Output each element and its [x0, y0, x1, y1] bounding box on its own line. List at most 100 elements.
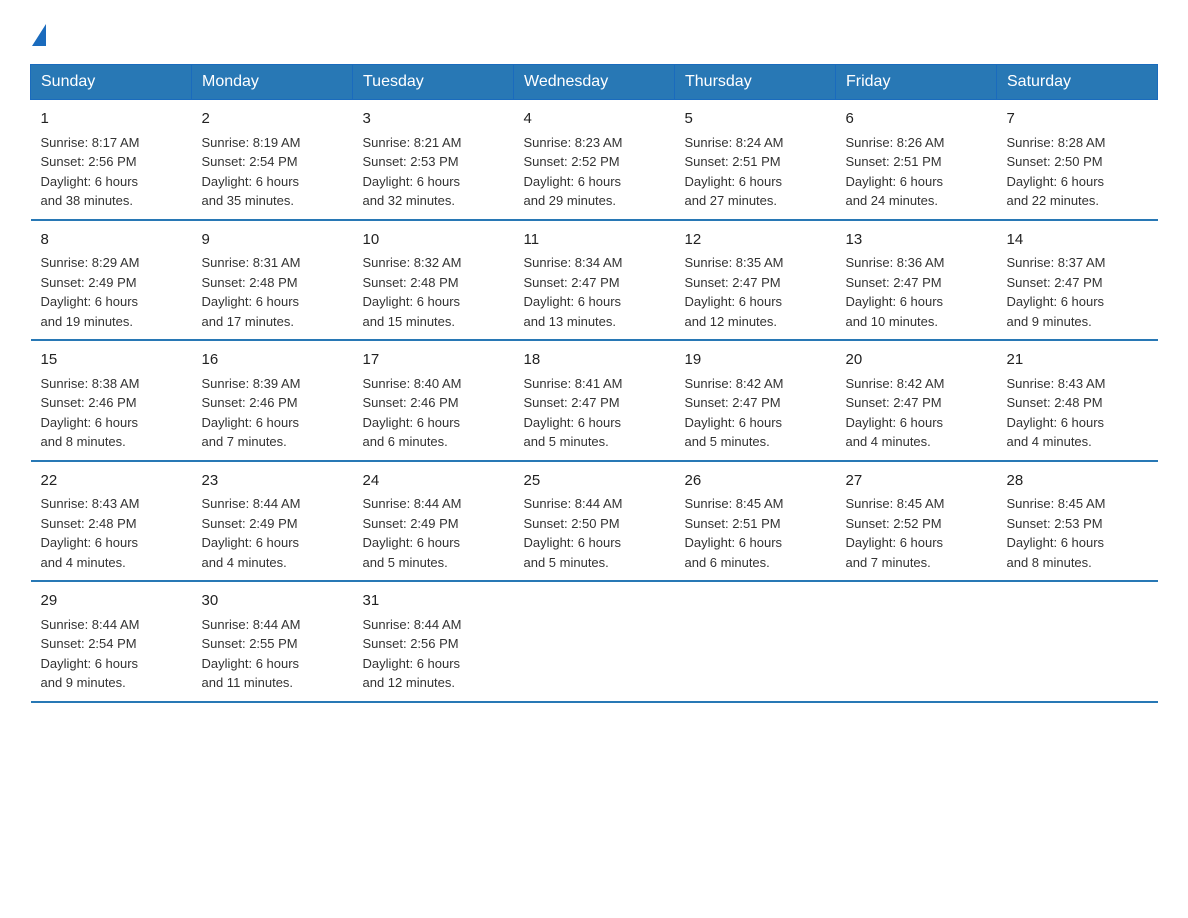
day-number: 24 — [363, 470, 504, 493]
day-number: 21 — [1007, 349, 1148, 372]
weekday-header-thursday: Thursday — [675, 65, 836, 100]
day-number: 20 — [846, 349, 987, 372]
calendar-week-row: 29 Sunrise: 8:44 AM Sunset: 2:54 PM Dayli… — [31, 581, 1158, 702]
calendar-day-cell: 2Sunrise: 8:19 AM Sunset: 2:54 PM Daylig… — [192, 100, 353, 220]
calendar-day-cell: 24 Sunrise: 8:44 AM Sunset: 2:49 PM Dayli… — [353, 461, 514, 582]
day-number: 4 — [524, 108, 665, 131]
calendar-week-row: 22 Sunrise: 8:43 AM Sunset: 2:48 PM Dayli… — [31, 461, 1158, 582]
calendar-day-cell: 26 Sunrise: 8:45 AM Sunset: 2:51 PM Dayli… — [675, 461, 836, 582]
logo-triangle-icon — [32, 24, 46, 46]
calendar-day-cell: 29 Sunrise: 8:44 AM Sunset: 2:54 PM Dayli… — [31, 581, 192, 702]
day-sun-info: Sunrise: 8:21 AM Sunset: 2:53 PM Dayligh… — [363, 135, 462, 209]
day-number: 10 — [363, 229, 504, 252]
calendar-day-cell: 6 Sunrise: 8:26 AM Sunset: 2:51 PM Daylig… — [836, 100, 997, 220]
calendar-day-cell: 16Sunrise: 8:39 AM Sunset: 2:46 PM Dayli… — [192, 340, 353, 461]
calendar-day-cell: 19Sunrise: 8:42 AM Sunset: 2:47 PM Dayli… — [675, 340, 836, 461]
calendar-day-cell — [514, 581, 675, 702]
calendar-day-cell: 9 Sunrise: 8:31 AM Sunset: 2:48 PM Daylig… — [192, 220, 353, 341]
calendar-day-cell: 3 Sunrise: 8:21 AM Sunset: 2:53 PM Daylig… — [353, 100, 514, 220]
day-sun-info: Sunrise: 8:45 AM Sunset: 2:53 PM Dayligh… — [1007, 496, 1106, 570]
day-sun-info: Sunrise: 8:28 AM Sunset: 2:50 PM Dayligh… — [1007, 135, 1106, 209]
day-number: 18 — [524, 349, 665, 372]
calendar-week-row: 8Sunrise: 8:29 AM Sunset: 2:49 PM Daylig… — [31, 220, 1158, 341]
calendar-day-cell: 25 Sunrise: 8:44 AM Sunset: 2:50 PM Dayli… — [514, 461, 675, 582]
weekday-header-friday: Friday — [836, 65, 997, 100]
calendar-day-cell: 28 Sunrise: 8:45 AM Sunset: 2:53 PM Dayli… — [997, 461, 1158, 582]
calendar-day-cell: 23 Sunrise: 8:44 AM Sunset: 2:49 PM Dayli… — [192, 461, 353, 582]
calendar-day-cell: 8Sunrise: 8:29 AM Sunset: 2:49 PM Daylig… — [31, 220, 192, 341]
day-number: 6 — [846, 108, 987, 131]
day-sun-info: Sunrise: 8:43 AM Sunset: 2:48 PM Dayligh… — [41, 496, 140, 570]
day-sun-info: Sunrise: 8:39 AM Sunset: 2:46 PM Dayligh… — [202, 376, 301, 450]
day-sun-info: Sunrise: 8:34 AM Sunset: 2:47 PM Dayligh… — [524, 255, 623, 329]
day-number: 14 — [1007, 229, 1148, 252]
calendar-day-cell: 30 Sunrise: 8:44 AM Sunset: 2:55 PM Dayli… — [192, 581, 353, 702]
day-number: 17 — [363, 349, 504, 372]
day-number: 5 — [685, 108, 826, 131]
calendar-day-cell: 12 Sunrise: 8:35 AM Sunset: 2:47 PM Dayli… — [675, 220, 836, 341]
calendar-day-cell: 4 Sunrise: 8:23 AM Sunset: 2:52 PM Daylig… — [514, 100, 675, 220]
calendar-day-cell: 17 Sunrise: 8:40 AM Sunset: 2:46 PM Dayli… — [353, 340, 514, 461]
day-sun-info: Sunrise: 8:24 AM Sunset: 2:51 PM Dayligh… — [685, 135, 784, 209]
calendar-day-cell: 21 Sunrise: 8:43 AM Sunset: 2:48 PM Dayli… — [997, 340, 1158, 461]
calendar-day-cell: 15Sunrise: 8:38 AM Sunset: 2:46 PM Dayli… — [31, 340, 192, 461]
calendar-header: SundayMondayTuesdayWednesdayThursdayFrid… — [31, 65, 1158, 100]
day-number: 28 — [1007, 470, 1148, 493]
day-number: 9 — [202, 229, 343, 252]
day-number: 25 — [524, 470, 665, 493]
day-number: 29 — [41, 590, 182, 613]
calendar-body: 1 Sunrise: 8:17 AM Sunset: 2:56 PM Daylig… — [31, 100, 1158, 702]
day-number: 27 — [846, 470, 987, 493]
day-sun-info: Sunrise: 8:45 AM Sunset: 2:52 PM Dayligh… — [846, 496, 945, 570]
day-number: 31 — [363, 590, 504, 613]
day-sun-info: Sunrise: 8:17 AM Sunset: 2:56 PM Dayligh… — [41, 135, 140, 209]
weekday-header-tuesday: Tuesday — [353, 65, 514, 100]
day-sun-info: Sunrise: 8:26 AM Sunset: 2:51 PM Dayligh… — [846, 135, 945, 209]
day-sun-info: Sunrise: 8:43 AM Sunset: 2:48 PM Dayligh… — [1007, 376, 1106, 450]
day-sun-info: Sunrise: 8:44 AM Sunset: 2:56 PM Dayligh… — [363, 617, 462, 691]
day-sun-info: Sunrise: 8:29 AM Sunset: 2:49 PM Dayligh… — [41, 255, 140, 329]
day-number: 26 — [685, 470, 826, 493]
day-sun-info: Sunrise: 8:44 AM Sunset: 2:49 PM Dayligh… — [202, 496, 301, 570]
day-sun-info: Sunrise: 8:32 AM Sunset: 2:48 PM Dayligh… — [363, 255, 462, 329]
day-number: 3 — [363, 108, 504, 131]
day-number: 1 — [41, 108, 182, 131]
day-sun-info: Sunrise: 8:38 AM Sunset: 2:46 PM Dayligh… — [41, 376, 140, 450]
day-sun-info: Sunrise: 8:41 AM Sunset: 2:47 PM Dayligh… — [524, 376, 623, 450]
calendar-day-cell — [836, 581, 997, 702]
day-number: 30 — [202, 590, 343, 613]
day-sun-info: Sunrise: 8:37 AM Sunset: 2:47 PM Dayligh… — [1007, 255, 1106, 329]
day-number: 23 — [202, 470, 343, 493]
calendar-day-cell: 11 Sunrise: 8:34 AM Sunset: 2:47 PM Dayli… — [514, 220, 675, 341]
day-number: 13 — [846, 229, 987, 252]
day-sun-info: Sunrise: 8:40 AM Sunset: 2:46 PM Dayligh… — [363, 376, 462, 450]
day-sun-info: Sunrise: 8:44 AM Sunset: 2:49 PM Dayligh… — [363, 496, 462, 570]
weekday-header-row: SundayMondayTuesdayWednesdayThursdayFrid… — [31, 65, 1158, 100]
calendar-day-cell: 7Sunrise: 8:28 AM Sunset: 2:50 PM Daylig… — [997, 100, 1158, 220]
calendar-day-cell: 5 Sunrise: 8:24 AM Sunset: 2:51 PM Daylig… — [675, 100, 836, 220]
logo — [30, 20, 46, 46]
day-sun-info: Sunrise: 8:44 AM Sunset: 2:50 PM Dayligh… — [524, 496, 623, 570]
day-number: 11 — [524, 229, 665, 252]
calendar-day-cell: 22 Sunrise: 8:43 AM Sunset: 2:48 PM Dayli… — [31, 461, 192, 582]
day-number: 12 — [685, 229, 826, 252]
day-sun-info: Sunrise: 8:35 AM Sunset: 2:47 PM Dayligh… — [685, 255, 784, 329]
calendar-day-cell: 13Sunrise: 8:36 AM Sunset: 2:47 PM Dayli… — [836, 220, 997, 341]
day-sun-info: Sunrise: 8:23 AM Sunset: 2:52 PM Dayligh… — [524, 135, 623, 209]
calendar-day-cell: 31 Sunrise: 8:44 AM Sunset: 2:56 PM Dayli… — [353, 581, 514, 702]
day-sun-info: Sunrise: 8:31 AM Sunset: 2:48 PM Dayligh… — [202, 255, 301, 329]
page-header — [30, 20, 1158, 46]
weekday-header-sunday: Sunday — [31, 65, 192, 100]
calendar-day-cell — [675, 581, 836, 702]
calendar-day-cell: 1 Sunrise: 8:17 AM Sunset: 2:56 PM Daylig… — [31, 100, 192, 220]
day-number: 2 — [202, 108, 343, 131]
calendar-day-cell: 10 Sunrise: 8:32 AM Sunset: 2:48 PM Dayli… — [353, 220, 514, 341]
day-number: 22 — [41, 470, 182, 493]
day-number: 19 — [685, 349, 826, 372]
calendar-week-row: 1 Sunrise: 8:17 AM Sunset: 2:56 PM Daylig… — [31, 100, 1158, 220]
day-sun-info: Sunrise: 8:45 AM Sunset: 2:51 PM Dayligh… — [685, 496, 784, 570]
weekday-header-wednesday: Wednesday — [514, 65, 675, 100]
day-sun-info: Sunrise: 8:44 AM Sunset: 2:55 PM Dayligh… — [202, 617, 301, 691]
weekday-header-monday: Monday — [192, 65, 353, 100]
day-sun-info: Sunrise: 8:44 AM Sunset: 2:54 PM Dayligh… — [41, 617, 140, 691]
